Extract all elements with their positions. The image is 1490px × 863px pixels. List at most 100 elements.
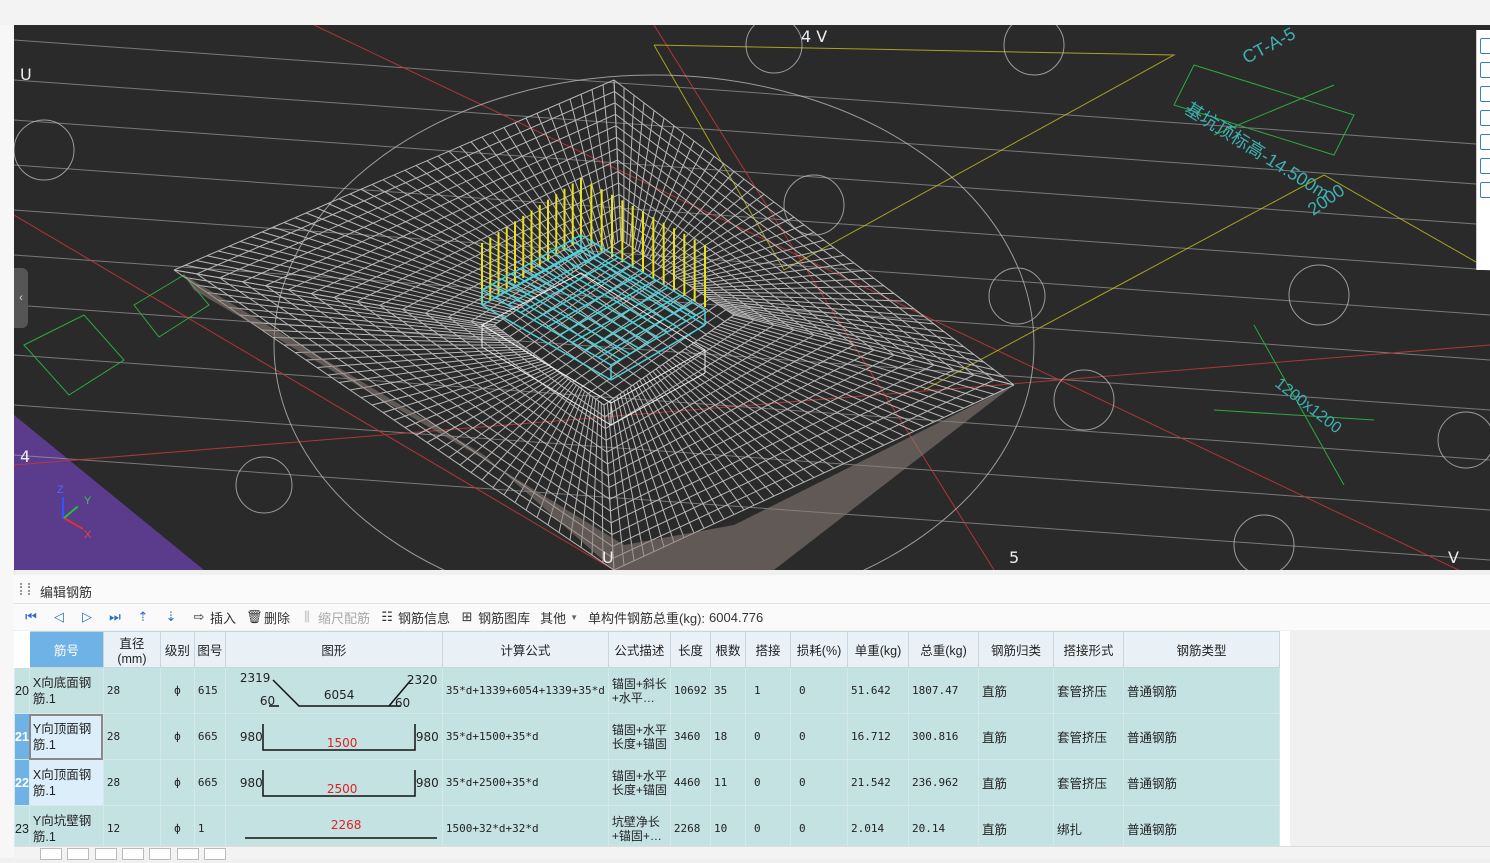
grade-cell[interactable]: ф	[160, 760, 194, 806]
col-header-bar-no[interactable]: 筋号	[29, 632, 103, 668]
lap-form-cell[interactable]: 套管挤压	[1054, 668, 1124, 714]
figure-no-cell[interactable]: 665	[194, 760, 225, 806]
unit-weight-cell[interactable]: 2.014	[848, 806, 909, 847]
lap-cell[interactable]: 0	[746, 760, 791, 806]
diameter-cell[interactable]: 28	[103, 668, 160, 714]
grade-cell[interactable]: ф	[160, 668, 194, 714]
next-record-button[interactable]: ▷	[80, 610, 98, 624]
count-cell[interactable]: 10	[711, 806, 746, 847]
formula-cell[interactable]: 35*d+2500+35*d	[442, 760, 608, 806]
select-icon[interactable]	[1480, 134, 1490, 150]
total-weight-cell[interactable]: 300.816	[909, 714, 979, 760]
insert-button[interactable]: ⇨插入	[192, 608, 236, 627]
row-number[interactable]: 20	[15, 668, 30, 714]
lap-cell[interactable]: 0	[746, 714, 791, 760]
rebar-library-button[interactable]: ⊞钢筋图库	[460, 608, 530, 627]
shape-cell[interactable]: 2319 6054 2320 60 60	[225, 668, 442, 714]
col-header-loss[interactable]: 损耗(%)	[791, 632, 848, 668]
bar-name-cell[interactable]: X向底面钢筋.1	[29, 668, 103, 714]
model-canvas[interactable]	[14, 25, 1490, 570]
category-cell[interactable]: 直筋	[979, 806, 1054, 847]
lap-cell[interactable]: 1	[746, 668, 791, 714]
count-cell[interactable]: 35	[711, 668, 746, 714]
diameter-cell[interactable]: 28	[103, 714, 160, 760]
view-tool-icon[interactable]	[1480, 38, 1490, 54]
list-icon[interactable]	[1480, 182, 1490, 198]
grade-cell[interactable]: ф	[160, 714, 194, 760]
count-cell[interactable]: 11	[711, 760, 746, 806]
unit-weight-cell[interactable]: 16.712	[848, 714, 909, 760]
col-header-count[interactable]: 根数	[711, 632, 746, 668]
lap-cell[interactable]: 0	[746, 806, 791, 847]
box-view-icon[interactable]	[1480, 86, 1490, 102]
delete-button[interactable]: 🗑删除	[246, 608, 290, 627]
total-weight-cell[interactable]: 1807.47	[909, 668, 979, 714]
grade-cell[interactable]: ф	[160, 806, 194, 847]
loss-cell[interactable]: 0	[791, 668, 848, 714]
col-header-figure-no[interactable]: 图号	[194, 632, 225, 668]
rebar-type-cell[interactable]: 普通钢筋	[1124, 806, 1280, 847]
table-row[interactable]: 22 X向顶面钢筋.1 28 ф 665 980 2500 980 35*d+2…	[15, 760, 1280, 806]
rotate-icon[interactable]	[1480, 158, 1490, 174]
formula-desc-cell[interactable]: 坑壁净长+锚固+…	[608, 806, 670, 847]
loss-cell[interactable]: 0	[791, 760, 848, 806]
bar-name-cell[interactable]: Y向顶面钢筋.1	[29, 714, 103, 760]
bar-name-cell[interactable]: Y向坑壁钢筋.1	[29, 806, 103, 847]
formula-cell[interactable]: 35*d+1500+35*d	[442, 714, 608, 760]
rebar-type-cell[interactable]: 普通钢筋	[1124, 760, 1280, 806]
formula-cell[interactable]: 1500+32*d+32*d	[442, 806, 608, 847]
formula-desc-cell[interactable]: 锚固+斜长+水平…	[608, 668, 670, 714]
length-cell[interactable]: 4460	[670, 760, 710, 806]
col-header-lap[interactable]: 搭接	[746, 632, 791, 668]
bottom-tool-button[interactable]	[67, 848, 89, 860]
unit-weight-cell[interactable]: 51.642	[848, 668, 909, 714]
figure-no-cell[interactable]: 665	[194, 714, 225, 760]
loss-cell[interactable]: 0	[791, 806, 848, 847]
table-row[interactable]: 20 X向底面钢筋.1 28 ф 615 2319 6054 2320	[15, 668, 1280, 714]
total-weight-cell[interactable]: 20.14	[909, 806, 979, 847]
loss-cell[interactable]: 0	[791, 714, 848, 760]
col-header-length[interactable]: 长度	[670, 632, 710, 668]
col-header-category[interactable]: 钢筋归类	[979, 632, 1054, 668]
prev-record-button[interactable]: ◁	[52, 610, 70, 624]
first-record-button[interactable]: ⏮	[24, 610, 42, 624]
length-cell[interactable]: 2268	[670, 806, 710, 847]
diameter-cell[interactable]: 28	[103, 760, 160, 806]
bottom-tool-button[interactable]	[204, 848, 226, 860]
bar-name-cell[interactable]: X向顶面钢筋.1	[29, 760, 103, 806]
last-record-button[interactable]: ⏭	[108, 610, 126, 624]
shape-cell[interactable]: 980 2500 980	[225, 760, 442, 806]
lap-form-cell[interactable]: 绑扎	[1054, 806, 1124, 847]
count-cell[interactable]: 18	[711, 714, 746, 760]
length-cell[interactable]: 3460	[670, 714, 710, 760]
col-header-rebar-type[interactable]: 钢筋类型	[1124, 632, 1280, 668]
shape-cell[interactable]: 980 1500 980	[225, 714, 442, 760]
formula-cell[interactable]: 35*d+1339+6054+1339+35*d	[442, 668, 608, 714]
rebar-info-button[interactable]: ☷钢筋信息	[380, 608, 450, 627]
category-cell[interactable]: 直筋	[979, 668, 1054, 714]
shape-cell[interactable]: 2268	[225, 806, 442, 847]
col-header-formula-desc[interactable]: 公式描述	[608, 632, 670, 668]
diameter-cell[interactable]: 12	[103, 806, 160, 847]
other-dropdown[interactable]: 其他▼	[540, 608, 578, 627]
length-cell[interactable]: 10692	[670, 668, 710, 714]
rebar-type-cell[interactable]: 普通钢筋	[1124, 668, 1280, 714]
col-header-formula[interactable]: 计算公式	[442, 632, 608, 668]
move-up-button[interactable]: ⇡	[136, 610, 154, 624]
3d-viewport[interactable]: U 4 V 4 U 5 V 基坑顶标高-14.500m CT-A-5 2000 …	[14, 25, 1490, 570]
drag-handle-icon[interactable]	[20, 583, 30, 595]
lap-form-cell[interactable]: 套管挤压	[1054, 714, 1124, 760]
unit-weight-cell[interactable]: 21.542	[848, 760, 909, 806]
bottom-tool-button[interactable]	[149, 848, 171, 860]
collapse-panel-tab[interactable]: ‹	[14, 268, 28, 328]
col-header-grade[interactable]: 级别	[160, 632, 194, 668]
col-header-total-weight[interactable]: 总重(kg)	[909, 632, 979, 668]
category-cell[interactable]: 直筋	[979, 714, 1054, 760]
col-header-shape[interactable]: 图形	[225, 632, 442, 668]
formula-desc-cell[interactable]: 锚固+水平长度+锚固	[608, 760, 670, 806]
row-number[interactable]: 23	[15, 806, 30, 847]
figure-no-cell[interactable]: 1	[194, 806, 225, 847]
bottom-tool-button[interactable]	[95, 848, 117, 860]
rebar-type-cell[interactable]: 普通钢筋	[1124, 714, 1280, 760]
lap-form-cell[interactable]: 套管挤压	[1054, 760, 1124, 806]
